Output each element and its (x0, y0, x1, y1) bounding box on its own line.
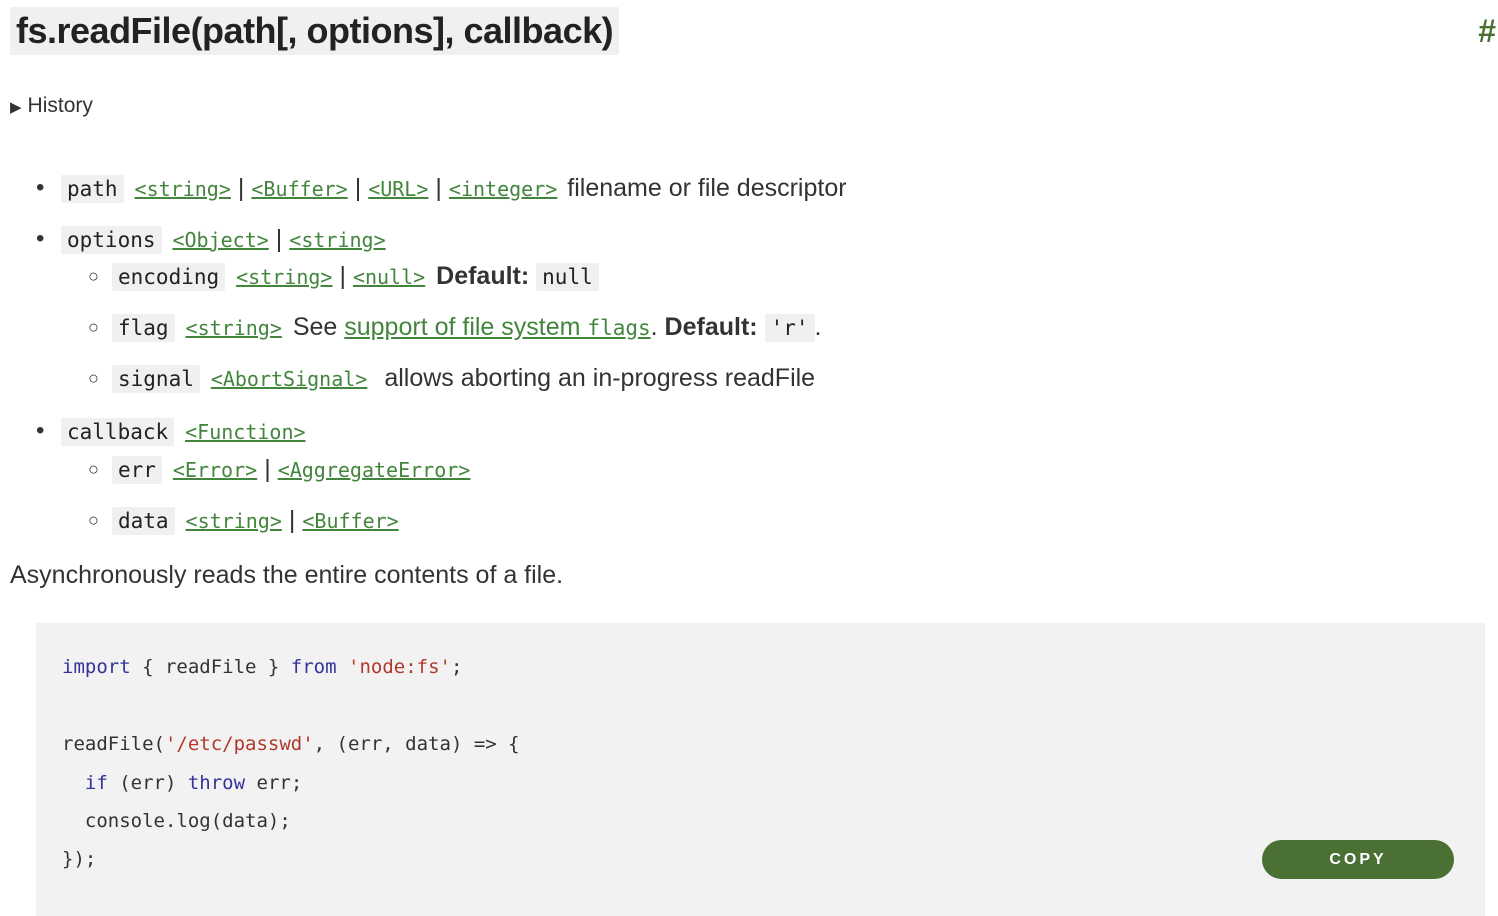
param-name: encoding (112, 263, 226, 291)
type-link-string[interactable]: <string> (186, 509, 282, 533)
param-description: allows aborting an in-progress readFile (384, 364, 816, 392)
bullet-circle-icon: ○ (88, 266, 99, 286)
type-link-string[interactable]: <string> (186, 316, 282, 340)
default-label: Default: (436, 262, 530, 290)
bullet-disc-icon: • (36, 417, 45, 444)
type-link-string[interactable]: <string> (236, 265, 332, 289)
param-flag: flag <string> See support of file system… (112, 310, 821, 345)
type-link-aggregateerror[interactable]: <AggregateError> (278, 458, 471, 482)
param-description: filename or file descriptor (567, 174, 847, 202)
type-link-object[interactable]: <Object> (172, 228, 268, 252)
file-system-flags-link[interactable]: support of file system flags (344, 313, 650, 341)
code-line: }); (62, 848, 97, 870)
param-signal: signal <AbortSignal> allows aborting an … (112, 361, 815, 396)
bullet-circle-icon: ○ (88, 510, 99, 530)
type-link-null[interactable]: <null> (353, 265, 425, 289)
default-label: Default: (664, 313, 758, 341)
section-heading: fs.readFile(path[, options], callback) # (10, 7, 1498, 55)
function-signature-title: fs.readFile(path[, options], callback) (10, 7, 620, 55)
default-value: 'r' (764, 314, 815, 342)
param-name: flag (112, 314, 175, 342)
bullet-disc-icon: • (36, 225, 45, 252)
bullet-disc-icon: • (36, 174, 45, 201)
disclosure-triangle-icon: ▶ (10, 99, 22, 116)
param-name: callback (61, 418, 175, 446)
param-name: path (61, 175, 124, 203)
code-line: if (err) throw err; (84, 772, 303, 794)
param-data: data <string> | <Buffer> (112, 503, 403, 538)
bullet-circle-icon: ○ (88, 317, 99, 337)
code-line: console.log(data); (62, 810, 291, 832)
default-value: null (536, 263, 599, 291)
type-link-buffer[interactable]: <Buffer> (302, 509, 398, 533)
permalink-anchor[interactable]: # (1478, 7, 1496, 55)
param-callback: callback <Function> (61, 414, 310, 449)
type-link-function[interactable]: <Function> (185, 420, 305, 444)
param-name: options (61, 226, 162, 254)
type-link-integer[interactable]: <integer> (449, 177, 557, 201)
param-name: signal (112, 365, 200, 393)
code-example[interactable]: import { readFile } from 'node:fs'; read… (36, 623, 1485, 916)
param-path: path <string> | <Buffer> | <URL> | <integer> fi… (61, 171, 847, 206)
param-name: data (112, 507, 175, 535)
code-line: readFile('/etc/passwd', (err, data) => { (62, 733, 520, 755)
history-label: History (27, 94, 93, 117)
bullet-circle-icon: ○ (88, 459, 99, 479)
type-link-error[interactable]: <Error> (173, 458, 257, 482)
bullet-circle-icon: ○ (88, 368, 99, 388)
type-link-string[interactable]: <string> (135, 177, 231, 201)
param-name: err (112, 456, 162, 484)
type-link-abortsignal[interactable]: <AbortSignal> (211, 367, 368, 391)
param-err: err <Error> | <AggregateError> (112, 452, 474, 487)
type-link-string[interactable]: <string> (289, 228, 385, 252)
function-description: Asynchronously reads the entire contents… (10, 561, 564, 589)
type-link-url[interactable]: <URL> (368, 177, 428, 201)
history-toggle[interactable]: ▶ History (10, 92, 93, 122)
param-options: options <Object> | <string> (61, 222, 390, 257)
copy-button[interactable]: COPY (1262, 840, 1454, 879)
code-line: import { readFile } from 'node:fs'; (62, 656, 463, 678)
type-link-buffer[interactable]: <Buffer> (251, 177, 347, 201)
see-text: See (292, 313, 338, 341)
param-encoding: encoding <string> | <null> Default: null (112, 259, 599, 294)
